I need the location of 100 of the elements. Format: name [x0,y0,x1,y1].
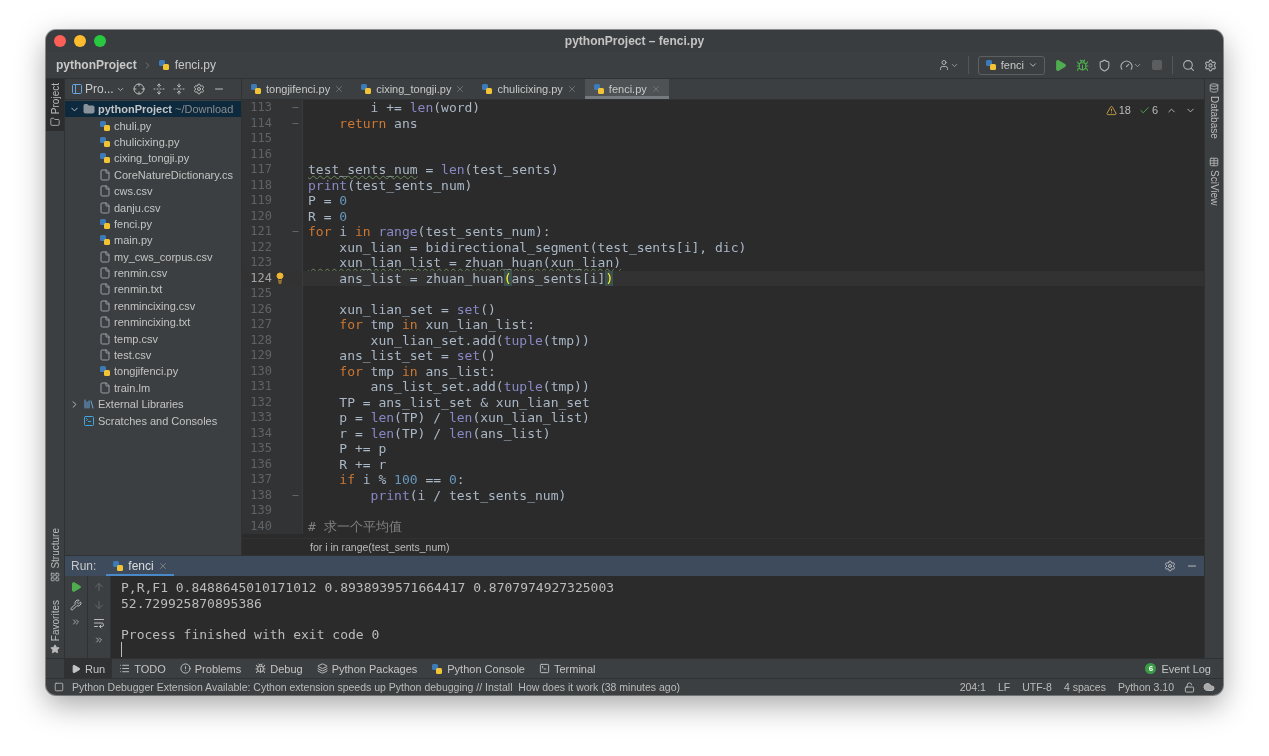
collapse-all-icon[interactable] [172,83,185,95]
tree-item[interactable]: chulicixing.py [65,133,241,151]
project-view-dropdown[interactable]: Pro... [71,82,125,96]
database-icon [1209,83,1219,93]
tree-item[interactable]: renmincixing.txt [65,314,241,331]
tool-window-tab[interactable]: SciView [1205,152,1223,210]
tree-item[interactable]: danju.csv [65,199,241,216]
expand-all-icon[interactable] [152,83,165,95]
close-icon[interactable] [334,84,345,94]
file-icon [99,381,111,394]
wrench-icon[interactable] [70,599,82,611]
code-line: xun_lian_set.add(tuple(tmp)) [369,332,590,348]
tree-item[interactable]: External Libraries [65,396,241,413]
tree-item[interactable]: pythonProject ~/Download [65,101,241,118]
code-line: for i in range(test_sents_num): [307,224,551,240]
settings-icon[interactable] [192,83,205,95]
editor-tab[interactable]: tongjifenci.py [242,79,353,99]
tree-item[interactable]: fenci.py [65,215,241,233]
count-badge: 6 [1145,663,1157,674]
soft-wrap-icon[interactable] [93,617,105,629]
tree-item[interactable]: CoreNatureDictionary.cs [65,166,241,183]
warnings-count[interactable]: 18 [1105,104,1131,116]
tool-window-tab[interactable]: Problems [172,659,249,678]
cloud-icon[interactable] [1203,681,1215,693]
close-icon[interactable] [455,84,466,94]
folder-icon [50,117,60,128]
breadcrumb-item[interactable]: pythonProject [56,58,137,72]
tree-item[interactable]: test.csv [65,346,241,364]
close-icon[interactable] [157,561,168,571]
tree-item[interactable]: renmincixing.csv [65,297,241,315]
tool-window-tab[interactable]: Python Packages [309,659,425,678]
status-item[interactable]: LF [995,681,1013,693]
weak-warnings-count[interactable]: 6 [1138,104,1158,116]
run-configuration-dropdown[interactable]: fenci [977,55,1045,75]
event-log-button[interactable]: 6 Event Log [1145,662,1215,675]
file-icon [99,250,111,263]
tree-item[interactable]: renmin.csv [65,264,241,282]
tool-window-tab[interactable]: Run [64,659,113,678]
status-item[interactable]: 4 spaces [1061,681,1108,693]
coverage-icon[interactable] [1098,58,1111,72]
python-file-icon [99,365,111,378]
editor-tab[interactable]: chulicixing.py [473,79,585,99]
search-icon[interactable] [1182,58,1195,72]
tree-item[interactable]: Scratches and Consoles [65,412,241,429]
tool-window-tab[interactable]: Project [46,79,64,132]
debug-icon[interactable] [1076,58,1089,72]
status-message: Python Debugger Extension Available: Cython extension speeds up Python debugging // Install How does it work (38 minutes ago) [72,681,681,693]
tool-window-tab[interactable]: TODO [112,659,173,678]
lightbulb-icon[interactable] [274,272,286,285]
status-item[interactable]: 204:1 [957,681,988,693]
text-cursor [121,642,122,657]
folder-icon [83,103,95,116]
python-file-icon [99,135,111,148]
tool-window-tab[interactable]: Debug [248,659,310,678]
tree-item[interactable]: chuli.py [65,117,241,134]
more-icon[interactable] [71,617,81,627]
status-item[interactable]: Python 3.10 [1115,681,1176,693]
breadcrumb-item[interactable]: fenci.py [174,58,217,72]
status-item[interactable]: UTF-8 [1020,681,1054,693]
tree-item[interactable]: main.py [65,232,241,249]
close-icon[interactable] [566,84,577,94]
library-icon [83,398,95,411]
tree-item[interactable]: tongjifenci.py [65,363,241,380]
panel-toggle-icon[interactable] [54,682,64,692]
profile-icon[interactable] [1120,58,1142,72]
settings-icon[interactable] [1164,560,1176,572]
code-line: r = len(TP) / len(ans_list) [338,425,551,441]
run-icon[interactable] [1054,58,1067,72]
python-file-icon [592,83,605,95]
tool-window-tab[interactable]: Python Console [424,659,532,678]
console-tab[interactable]: fenci [106,556,174,576]
close-button[interactable] [54,35,66,47]
panel-icon [71,83,83,95]
minimize-button[interactable] [74,35,86,47]
locate-icon[interactable] [132,83,145,95]
python-file-icon [984,59,997,71]
tree-item[interactable]: my_cws_corpus.csv [65,248,241,265]
zoom-button[interactable] [94,35,106,47]
editor-tab[interactable]: fenci.py [584,79,669,99]
tool-window-tab[interactable]: Terminal [531,659,603,678]
tool-window-tab[interactable]: Structure [46,524,64,586]
tree-item[interactable]: cixing_tongji.py [65,150,241,167]
tree-item[interactable]: renmin.txt [65,281,241,298]
more-icon[interactable] [94,635,104,645]
file-icon [99,349,111,362]
run-label: Run: [71,559,97,573]
tool-window-tab[interactable]: Favorites [46,595,64,658]
user-icon[interactable] [937,59,959,71]
tree-item[interactable]: cws.csv [65,182,241,200]
breadcrumb-hint[interactable]: for i in range(test_sents_num) [310,541,450,553]
tree-item[interactable]: train.lm [65,379,241,397]
tree-item[interactable]: temp.csv [65,330,241,347]
editor-tab[interactable]: cixing_tongji.py [352,79,474,99]
code-line: xun_lian = bidirectional_segment(test_sents[i], dic) [338,239,747,255]
tool-window-tab[interactable]: Database [1205,79,1223,143]
rerun-icon[interactable] [70,581,82,593]
star-icon [50,644,60,654]
lock-icon[interactable] [1184,681,1195,693]
file-icon [99,283,111,296]
settings-icon[interactable] [1204,58,1217,72]
